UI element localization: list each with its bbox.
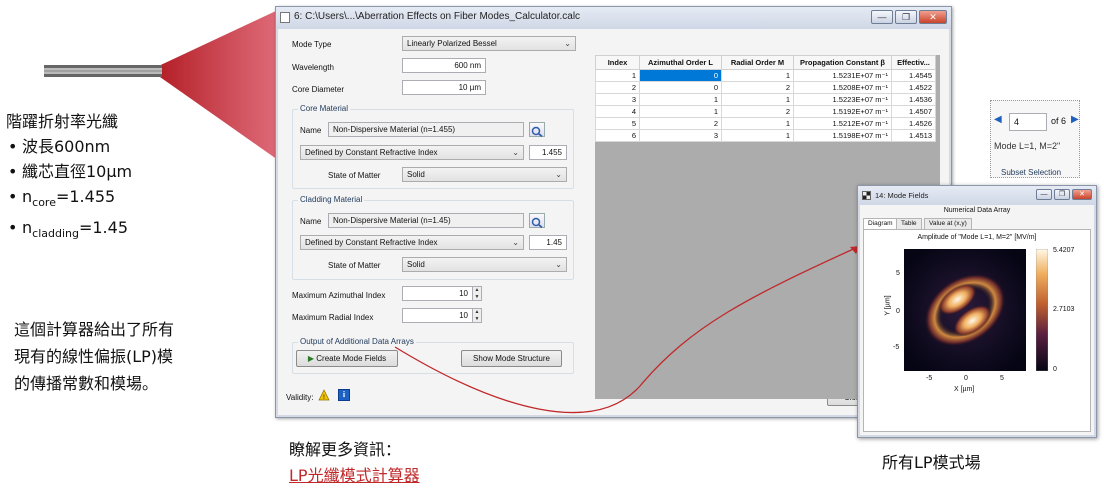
subset-of-text: of 6: [1051, 116, 1067, 126]
mode-fields-window: 14: Mode Fields — ❐ ✕ Numerical Data Arr…: [857, 185, 1097, 438]
bullet-core-diameter: • 纖芯直徑10μm: [8, 162, 133, 181]
max-radial-label: Maximum Radial Index: [292, 313, 374, 322]
tab-table[interactable]: Table: [896, 218, 922, 229]
search-icon[interactable]: [529, 213, 545, 229]
chevron-down-icon: ⌄: [555, 170, 562, 179]
colorbar: [1036, 249, 1048, 371]
close-icon[interactable]: ✕: [1072, 189, 1092, 200]
svg-text:!: !: [323, 394, 325, 401]
table-row[interactable]: 2 0 2 1.5208E+07 m⁻¹ 1.4522: [595, 81, 936, 94]
bullet-ncladding: • ncladding=1.45: [8, 218, 128, 241]
calculator-link[interactable]: LP光纖模式計算器: [289, 462, 420, 486]
table-row[interactable]: 3 1 1 1.5223E+07 m⁻¹ 1.4536: [595, 93, 936, 106]
warning-icon[interactable]: !: [318, 389, 332, 401]
close-icon[interactable]: ✕: [919, 10, 947, 24]
more-info-text: 瞭解更多資訊：: [289, 440, 402, 459]
restore-icon[interactable]: ❐: [1054, 189, 1070, 200]
light-cone-graphic: [150, 10, 278, 160]
subset-index-field[interactable]: 4: [1009, 113, 1047, 131]
chevron-down-icon: ⌄: [512, 148, 519, 157]
xtick: -5: [926, 375, 933, 382]
grid-icon: [862, 191, 871, 200]
core-name-field: Non-Dispersive Material (n=1.455): [328, 122, 524, 137]
wavelength-label: Wavelength: [292, 63, 334, 72]
results-table: Index Azimuthal Order L Radial Order M P…: [595, 55, 936, 142]
core-state-label: State of Matter: [328, 171, 381, 180]
window-titlebar[interactable]: 6: C:\Users\...\Aberration Effects on Fi…: [276, 7, 951, 29]
ytick: 0: [896, 308, 900, 315]
colorbar-max: 5.4207: [1053, 247, 1075, 254]
core-diameter-label: Core Diameter: [292, 85, 345, 94]
ytick: 5: [896, 270, 900, 277]
next-arrow-icon[interactable]: ▶: [1071, 114, 1079, 125]
plot-title: Amplitude of "Mode L=1, M=2" [MV/m]: [917, 234, 1037, 241]
create-mode-fields-button[interactable]: ▶ Create Mode Fields: [296, 350, 398, 367]
core-index-field[interactable]: 1.455: [529, 145, 567, 160]
play-icon: ▶: [307, 354, 315, 363]
column-header[interactable]: Effectiv...: [891, 55, 936, 70]
colorbar-mid: 2.7103: [1053, 306, 1075, 313]
search-icon[interactable]: [529, 122, 545, 138]
column-header[interactable]: Azimuthal Order L: [639, 55, 722, 70]
mode-type-label: Mode Type: [292, 40, 332, 49]
mode-fields-caption: 所有LP模式場: [882, 453, 981, 472]
cladding-name-label: Name: [300, 217, 322, 226]
table-row[interactable]: 1 0 1 1.5231E+07 m⁻¹ 1.4545: [595, 69, 936, 82]
column-header[interactable]: Index: [595, 55, 640, 70]
field-heatmap: [904, 249, 1026, 371]
minimize-icon[interactable]: —: [1036, 189, 1052, 200]
xtick: 0: [964, 375, 968, 382]
validity-label: Validity:: [286, 393, 314, 402]
annotation-description: 這個計算器給出了所有 現有的線性偏振(LP)模 的傳播常數和模場。: [14, 320, 175, 393]
bullet-wavelength: • 波長600nm: [8, 137, 111, 156]
column-header[interactable]: Radial Order M: [721, 55, 794, 70]
prev-arrow-icon[interactable]: ◀: [994, 114, 1002, 125]
fiber-icon: [44, 65, 162, 77]
bullet-ncore: • ncore=1.455: [8, 187, 116, 210]
colorbar-min: 0: [1053, 366, 1057, 373]
minimize-icon[interactable]: —: [871, 10, 893, 24]
cladding-name-field: Non-Dispersive Material (n=1.45): [328, 213, 524, 228]
mode-fields-title: 14: Mode Fields: [875, 191, 929, 200]
ytick: -5: [893, 344, 900, 351]
cladding-state-label: State of Matter: [328, 261, 381, 270]
table-row[interactable]: 4 1 2 1.5192E+07 m⁻¹ 1.4507: [595, 105, 936, 118]
subset-caption: Subset Selection: [1001, 168, 1062, 177]
xtick: 5: [1000, 375, 1004, 382]
annotation-bullets: • 波長600nm • 纖芯直徑10μm • ncore=1.455 • ncladdi…: [8, 134, 132, 246]
arrow-connector: [394, 245, 861, 414]
annotation-title: 階躍折射率光纖: [6, 112, 119, 131]
subset-mode-label: Mode L=1, M=2": [994, 141, 1061, 151]
y-axis-label: Y [µm]: [884, 295, 892, 316]
table-row[interactable]: 6 3 1 1.5198E+07 m⁻¹ 1.4513: [595, 129, 936, 142]
tab-diagram[interactable]: Diagram: [863, 218, 898, 229]
data-array-header: Numerical Data Array: [943, 207, 1011, 214]
core-name-label: Name: [300, 126, 322, 135]
tab-value-at[interactable]: Value at (x,y): [924, 218, 972, 229]
cladding-material-title: Cladding Material: [298, 195, 365, 204]
restore-icon[interactable]: ❐: [895, 10, 917, 24]
mode-fields-titlebar[interactable]: 14: Mode Fields — ❐ ✕: [858, 186, 1096, 205]
column-header[interactable]: Propagation Constant β: [793, 55, 892, 70]
core-diameter-field[interactable]: 10 µm: [402, 80, 486, 95]
mode-field-plot[interactable]: Amplitude of "Mode L=1, M=2" [MV/m] 5.42…: [863, 229, 1091, 432]
subset-selection-panel: ◀ 4 of 6 ▶ Mode L=1, M=2" Subset Selecti…: [990, 100, 1080, 178]
table-row[interactable]: 5 2 1 1.5212E+07 m⁻¹ 1.4526: [595, 117, 936, 130]
document-icon: [280, 12, 290, 23]
core-material-title: Core Material: [298, 104, 351, 113]
max-azimuthal-label: Maximum Azimuthal Index: [292, 291, 386, 300]
info-icon[interactable]: i: [338, 389, 350, 401]
wavelength-field[interactable]: 600 nm: [402, 58, 486, 73]
core-state-select[interactable]: Solid ⌄: [402, 167, 567, 182]
core-define-select[interactable]: Defined by Constant Refractive Index ⌄: [300, 145, 524, 160]
mode-type-select[interactable]: Linearly Polarized Bessel ⌄: [402, 36, 576, 51]
chevron-down-icon: ⌄: [564, 39, 571, 48]
window-title: 6: C:\Users\...\Aberration Effects on Fi…: [294, 11, 581, 22]
x-axis-label: X [µm]: [954, 386, 975, 393]
